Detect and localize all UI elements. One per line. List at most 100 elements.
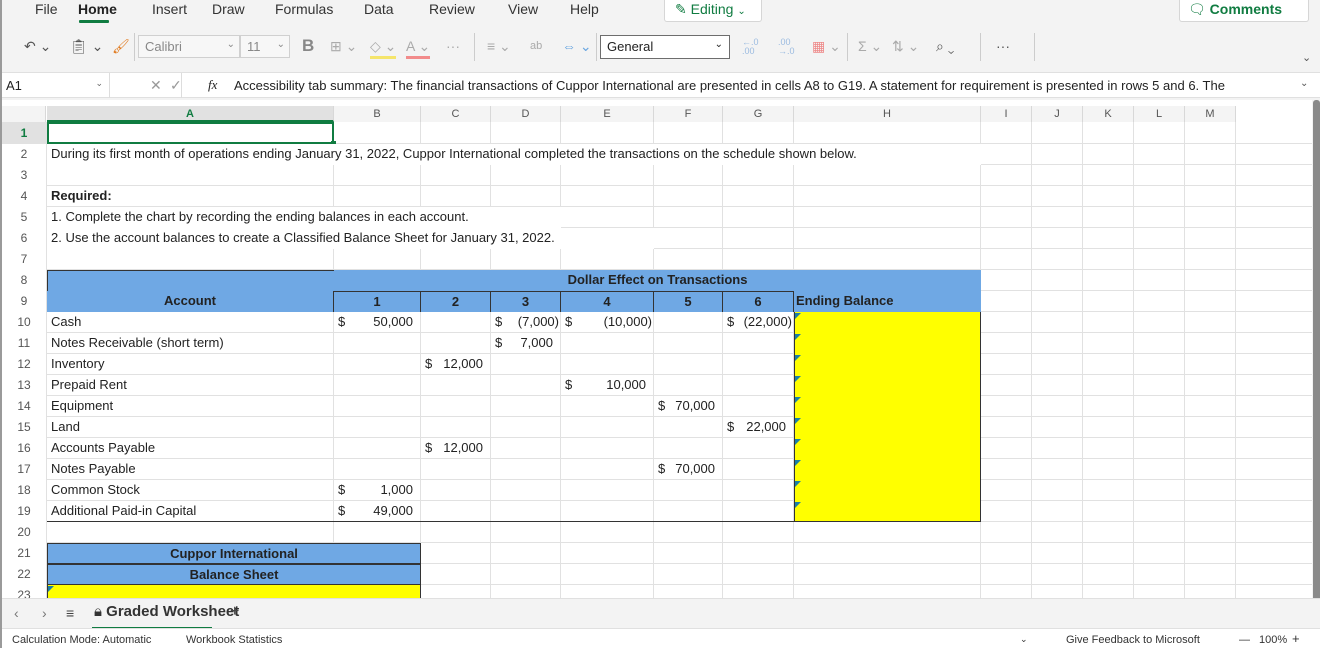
column-header-b[interactable]: B <box>334 106 421 122</box>
tab-formulas[interactable]: Formulas <box>275 1 333 17</box>
account-name[interactable]: Equipment <box>47 396 334 417</box>
row-header-6[interactable]: 6 <box>2 228 46 249</box>
tx-value[interactable]: 12,000 <box>421 438 491 459</box>
balance-sheet-title[interactable]: Balance Sheet <box>47 564 421 585</box>
account-name[interactable]: Notes Payable <box>47 459 334 480</box>
ending-balance-input[interactable] <box>794 501 981 522</box>
column-header-c[interactable]: C <box>421 106 491 122</box>
header-ending-balance[interactable]: Ending Balance <box>794 291 981 312</box>
tab-insert[interactable]: Insert <box>152 1 187 17</box>
font-size-select[interactable]: 11 ⌄ <box>240 35 290 58</box>
column-header-h[interactable]: H <box>794 106 981 122</box>
header-tx-2[interactable]: 2 <box>421 291 491 312</box>
ending-balance-input[interactable] <box>794 396 981 417</box>
select-all-corner[interactable] <box>2 106 46 122</box>
tx-value[interactable]: 70,000 <box>654 396 723 417</box>
paste-icon[interactable]: 📋︎ ⌄ <box>70 36 103 56</box>
account-name[interactable]: Accounts Payable <box>47 438 334 459</box>
tx-value[interactable]: 50,000 <box>334 312 421 333</box>
table-title[interactable]: Dollar Effect on Transactions <box>334 270 981 291</box>
column-header-k[interactable]: K <box>1083 106 1134 122</box>
header-tx-4[interactable]: 4 <box>561 291 654 312</box>
overflow-menu-icon[interactable]: ··· <box>996 36 1010 56</box>
add-sheet-button[interactable]: + <box>230 603 239 621</box>
cell-a6-req2[interactable]: 2. Use the account balances to create a … <box>47 228 654 249</box>
ending-balance-input[interactable] <box>794 312 981 333</box>
feedback-link[interactable]: Give Feedback to Microsoft <box>1066 634 1200 646</box>
comments-button[interactable]: 🗨 Comments <box>1179 0 1309 22</box>
row-header-17[interactable]: 17 <box>2 459 46 480</box>
status-chevron-icon[interactable]: ⌄ <box>1020 634 1028 645</box>
header-tx-3[interactable]: 3 <box>491 291 561 312</box>
balance-sheet-company[interactable]: Cuppor International <box>47 543 421 564</box>
row-header-13[interactable]: 13 <box>2 375 46 396</box>
editing-mode-button[interactable]: ✎ Editing ⌄ <box>664 0 762 22</box>
tab-data[interactable]: Data <box>364 1 394 17</box>
row-header-9[interactable]: 9 <box>2 291 46 312</box>
tab-help[interactable]: Help <box>570 1 599 17</box>
ending-balance-input[interactable] <box>794 417 981 438</box>
increase-decimal-icon[interactable]: ←.0.00 <box>742 38 759 56</box>
sort-filter-icon[interactable]: ⇅ ⌄ <box>892 36 919 56</box>
font-name-select[interactable]: Calibri ⌄ <box>138 35 240 58</box>
prev-sheet-icon[interactable]: ‹ <box>14 605 19 621</box>
cancel-icon[interactable]: ✕ <box>150 77 162 94</box>
tx-value[interactable]: 22,000 <box>723 417 794 438</box>
tx-value[interactable]: 12,000 <box>421 354 491 375</box>
row-header-1[interactable]: 1 <box>2 122 46 144</box>
row-header-21[interactable]: 21 <box>2 543 46 564</box>
bold-button[interactable]: B <box>302 36 314 56</box>
tx-value[interactable]: (10,000) <box>561 312 654 333</box>
merge-center-icon[interactable]: ⇔ ⌄ <box>562 36 592 56</box>
cell-a2-intro[interactable]: During its first month of operations end… <box>47 144 981 165</box>
column-header-m[interactable]: M <box>1185 106 1236 122</box>
account-name[interactable]: Cash <box>47 312 334 333</box>
borders-icon[interactable]: ⊞ ⌄ <box>330 36 357 56</box>
header-account[interactable]: Account <box>47 291 334 312</box>
tx-value[interactable]: 49,000 <box>334 501 421 522</box>
tab-view[interactable]: View <box>508 1 538 17</box>
vertical-scrollbar[interactable] <box>1313 100 1320 640</box>
name-box[interactable]: A1 ⌄ <box>2 73 110 98</box>
tx-value[interactable]: 7,000 <box>491 333 561 354</box>
row-header-7[interactable]: 7 <box>2 249 46 270</box>
row-header-4[interactable]: 4 <box>2 186 46 207</box>
row-header-2[interactable]: 2 <box>2 144 46 165</box>
format-painter-icon[interactable]: 🖌︎ <box>112 36 130 56</box>
row-header-18[interactable]: 18 <box>2 480 46 501</box>
header-tx-1[interactable]: 1 <box>334 291 421 312</box>
tx-value[interactable]: (7,000) <box>491 312 561 333</box>
row-header-19[interactable]: 19 <box>2 501 46 522</box>
row-header-11[interactable]: 11 <box>2 333 46 354</box>
column-header-l[interactable]: L <box>1134 106 1185 122</box>
zoom-in-button[interactable]: + <box>1292 631 1300 646</box>
column-header-g[interactable]: G <box>723 106 794 122</box>
tx-value[interactable]: 1,000 <box>334 480 421 501</box>
expand-formula-chevron-icon[interactable]: ⌄ <box>1300 78 1308 89</box>
column-header-d[interactable]: D <box>491 106 561 122</box>
column-header-j[interactable]: J <box>1032 106 1083 122</box>
row-header-14[interactable]: 14 <box>2 396 46 417</box>
header-tx-5[interactable]: 5 <box>654 291 723 312</box>
calculation-mode[interactable]: Calculation Mode: Automatic <box>12 634 151 646</box>
font-color-icon[interactable]: A ⌄ <box>406 36 431 59</box>
row-header-3[interactable]: 3 <box>2 165 46 186</box>
tab-draw[interactable]: Draw <box>212 1 245 17</box>
column-header-a[interactable]: A <box>47 106 334 122</box>
selected-cell-a1[interactable] <box>47 122 334 144</box>
cell-a4-required[interactable]: Required: <box>47 186 334 207</box>
row-header-23[interactable]: 23 <box>2 585 46 598</box>
row-header-12[interactable]: 12 <box>2 354 46 375</box>
ending-balance-input[interactable] <box>794 438 981 459</box>
ending-balance-input[interactable] <box>794 480 981 501</box>
ending-balance-input[interactable] <box>794 333 981 354</box>
fill-color-icon[interactable]: ◇ ⌄ <box>370 36 397 59</box>
account-name[interactable]: Additional Paid-in Capital <box>47 501 334 522</box>
ending-balance-input[interactable] <box>794 459 981 480</box>
tab-review[interactable]: Review <box>429 1 475 17</box>
find-search-icon[interactable]: ⌕ ⌄ <box>936 36 954 56</box>
header-tx-6[interactable]: 6 <box>723 291 794 312</box>
next-sheet-icon[interactable]: › <box>42 605 47 621</box>
conditional-format-icon[interactable]: ▦ ⌄ <box>812 36 841 56</box>
tab-file[interactable]: File <box>35 1 58 17</box>
